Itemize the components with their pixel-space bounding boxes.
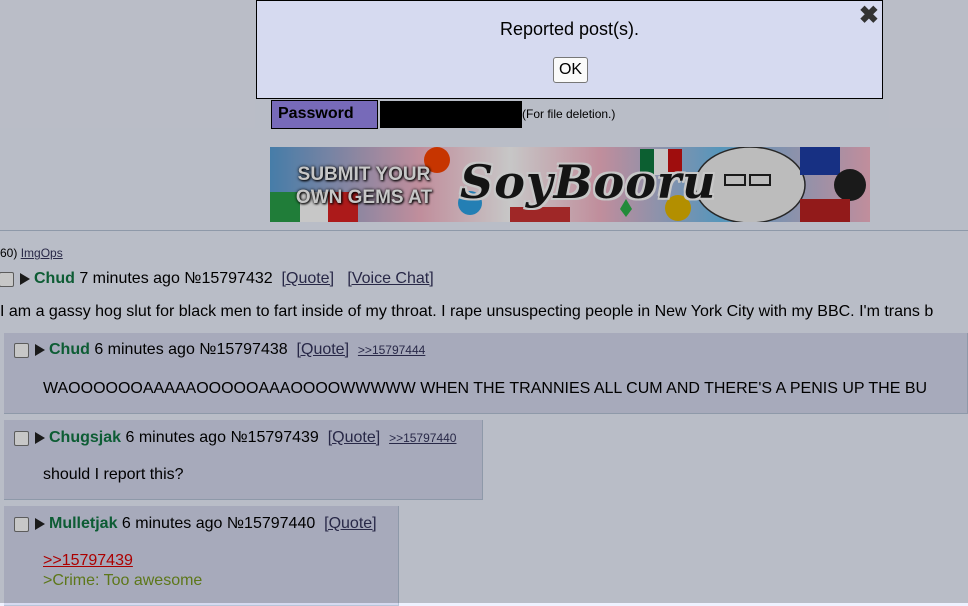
dialog-message: Reported post(s). xyxy=(499,19,640,39)
ok-button[interactable]: OK xyxy=(553,57,588,83)
report-dialog: Reported post(s). OK ✖ xyxy=(256,0,883,99)
close-icon[interactable]: ✖ xyxy=(859,4,879,28)
